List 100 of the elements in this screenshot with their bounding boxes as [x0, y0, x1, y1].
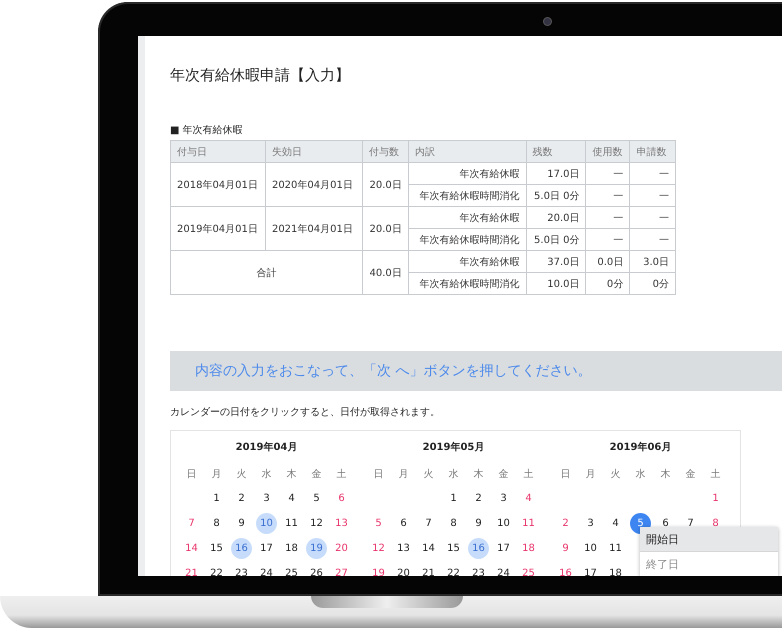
calendar-day[interactable]: 14	[418, 538, 439, 559]
calendar-day[interactable]: 4	[605, 513, 626, 534]
calendar-day[interactable]: 5	[306, 488, 327, 509]
weekday-label: 木	[472, 468, 484, 482]
calendar-day[interactable]: 20	[331, 538, 352, 559]
calendar-day[interactable]: 6	[331, 488, 352, 509]
calendar-day[interactable]: 21	[181, 563, 202, 576]
calendar-day[interactable]: 9	[555, 538, 576, 559]
table-cell: 10.0日	[526, 272, 586, 294]
calendar-day[interactable]: 15	[443, 538, 464, 559]
calendar-day[interactable]: 4	[281, 488, 302, 509]
weekday-label: 日	[372, 468, 384, 482]
calendar-day[interactable]: 24	[493, 563, 514, 576]
calendar-day[interactable]: 25	[281, 563, 302, 576]
calendar-day[interactable]: 18	[281, 538, 302, 559]
calendar-day[interactable]: 23	[468, 563, 489, 576]
calendar-day[interactable]: 22	[206, 563, 227, 576]
total-label: 合計	[170, 250, 362, 294]
calendar-day[interactable]: 13	[331, 513, 352, 534]
calendar-day[interactable]: 9	[231, 513, 252, 534]
calendar-hint: カレンダーの日付をクリックすると、日付が取得されます。	[170, 406, 441, 419]
calendar-day[interactable]: 11	[518, 513, 539, 534]
table-cell: 2019年04月01日	[170, 206, 266, 250]
calendar-day[interactable]: 8	[443, 513, 464, 534]
calendar-day[interactable]: 2	[231, 488, 252, 509]
calendar-day[interactable]: 18	[605, 563, 626, 576]
table-cell: 2021年04月01日	[265, 206, 362, 250]
breakdown-cell: 年次有給休暇時間消化	[408, 184, 526, 206]
weekday-label: 木	[286, 468, 298, 482]
calendar-day[interactable]: 19	[368, 563, 389, 576]
column-header: 付与日	[170, 140, 266, 162]
calendar-day[interactable]: 9	[468, 513, 489, 534]
calendar-day[interactable]: 21	[418, 563, 439, 576]
weekday-label: 火	[610, 468, 622, 482]
calendar-day[interactable]: 1	[206, 488, 227, 509]
calendar-day[interactable]: 10	[580, 538, 601, 559]
column-header: 申請数	[630, 140, 676, 162]
calendar-day[interactable]: 15	[206, 538, 227, 559]
calendar-day[interactable]: 13	[393, 538, 414, 559]
table-cell: 20.0日	[362, 162, 408, 206]
table-cell: —	[630, 228, 676, 250]
weekday-label: 金	[498, 468, 510, 482]
calendar-day[interactable]: 2	[468, 488, 489, 509]
calendar-day[interactable]: 14	[181, 538, 202, 559]
weekday-label: 土	[710, 468, 722, 482]
weekday-label: 火	[422, 468, 434, 482]
table-cell: 3.0日	[630, 250, 676, 272]
weekday-label: 日	[560, 468, 572, 482]
calendar-day[interactable]: 16	[555, 563, 576, 576]
calendar-day[interactable]: 12	[306, 513, 327, 534]
calendar-day[interactable]: 4	[518, 488, 539, 509]
notice-banner: 内容の入力をおこなって、「次 へ」ボタンを押してください。	[170, 351, 782, 391]
breakdown-cell: 年次有給休暇	[408, 250, 526, 272]
calendar-day[interactable]: 8	[206, 513, 227, 534]
breakdown-cell: 年次有給休暇	[408, 206, 526, 228]
calendar-day[interactable]: 7	[181, 513, 202, 534]
calendar-day[interactable]: 26	[306, 563, 327, 576]
weekday-label: 土	[336, 468, 348, 482]
calendar-day[interactable]: 25	[518, 563, 539, 576]
column-header: 失効日	[265, 140, 362, 162]
calendar-day[interactable]: 10	[493, 513, 514, 534]
calendar-day[interactable]: 20	[393, 563, 414, 576]
table-cell: 17.0日	[526, 162, 586, 184]
table-cell: —	[630, 184, 676, 206]
table-cell: —	[586, 228, 630, 250]
calendar-day[interactable]: 7	[418, 513, 439, 534]
calendar-day[interactable]: 1	[705, 488, 726, 509]
calendar-day[interactable]: 6	[393, 513, 414, 534]
calendar-day[interactable]: 1	[443, 488, 464, 509]
table-cell: 37.0日	[526, 250, 586, 272]
weekday-label: 月	[398, 468, 410, 482]
table-cell: 0.0日	[586, 250, 630, 272]
calendar-day[interactable]: 17	[493, 538, 514, 559]
calendar-day[interactable]: 12	[368, 538, 389, 559]
calendar-day[interactable]: 23	[231, 563, 252, 576]
calendar-day[interactable]: 2	[555, 513, 576, 534]
weekday-label: 金	[310, 468, 322, 482]
calendar-day[interactable]: 18	[518, 538, 539, 559]
breakdown-cell: 年次有給休暇時間消化	[408, 272, 526, 294]
menu-item[interactable]: 開始日	[640, 527, 778, 552]
calendar-day[interactable]: 3	[580, 513, 601, 534]
calendar-day[interactable]: 22	[443, 563, 464, 576]
table-cell: —	[630, 162, 676, 184]
column-header: 内訳	[408, 140, 526, 162]
calendar-day[interactable]: 24	[256, 563, 277, 576]
calendar-day[interactable]: 5	[368, 513, 389, 534]
column-header: 使用数	[586, 140, 630, 162]
calendar-day[interactable]: 11	[281, 513, 302, 534]
table-cell: 0分	[630, 272, 676, 294]
calendar-day[interactable]: 17	[580, 563, 601, 576]
calendar-day[interactable]: 17	[256, 538, 277, 559]
table-cell: 5.0日 0分	[526, 228, 586, 250]
calendar-day[interactable]: 3	[256, 488, 277, 509]
calendar-day[interactable]: 3	[493, 488, 514, 509]
calendar-day[interactable]: 27	[331, 563, 352, 576]
weekday-label: 金	[684, 468, 696, 482]
breakdown-cell: 年次有給休暇時間消化	[408, 228, 526, 250]
menu-item[interactable]: 終了日	[640, 552, 778, 576]
calendar-day[interactable]: 11	[605, 538, 626, 559]
table-cell: —	[586, 184, 630, 206]
